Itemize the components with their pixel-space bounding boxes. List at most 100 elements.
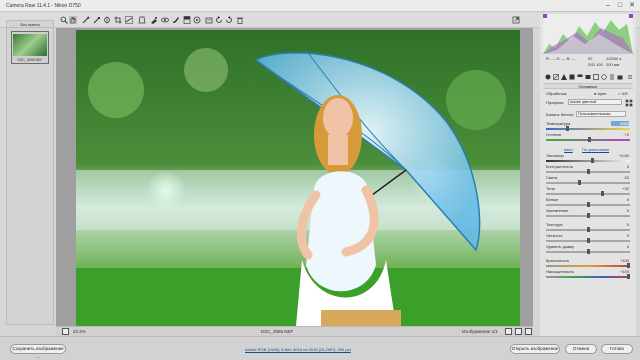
slider-knob-vibrance[interactable]: [627, 263, 630, 268]
slider-knob-temperature[interactable]: [566, 126, 569, 131]
workflow-options-link[interactable]: Adobe RGB (1998); 8 бит; 6016 на 4016 (2…: [245, 347, 351, 352]
photo-preview[interactable]: [76, 30, 520, 326]
transform-tool-icon[interactable]: [138, 16, 146, 24]
slider-label-whites: Белые: [546, 197, 559, 202]
slider-value-dehaze[interactable]: 0: [611, 244, 629, 249]
panel-tabs: [543, 73, 633, 81]
tab-snapshots-icon[interactable]: [617, 74, 623, 80]
slider-knob-exposure[interactable]: [591, 158, 594, 163]
adjustment-brush-icon[interactable]: [172, 16, 180, 24]
radial-filter-icon[interactable]: [193, 16, 201, 24]
before-after-button[interactable]: [525, 328, 532, 335]
hand-tool-icon[interactable]: [69, 16, 77, 24]
slider-whites[interactable]: [546, 202, 630, 207]
tab-lens-icon[interactable]: [585, 74, 591, 80]
thumbnail-image: [13, 34, 47, 56]
slider-knob-blacks[interactable]: [587, 213, 590, 218]
done-button[interactable]: Готово: [601, 344, 633, 354]
slider-clarity[interactable]: [546, 238, 630, 243]
slider-value-highlights[interactable]: -22: [611, 175, 629, 180]
filmstrip-header[interactable]: Без имени: [7, 21, 53, 28]
slider-value-tint[interactable]: +2: [611, 132, 629, 137]
slider-highlights[interactable]: [546, 180, 630, 185]
preview-status-bar: 22.2% DSC_3095.NEF Изображение 1/1: [56, 326, 533, 336]
close-icon[interactable]: ✕: [627, 2, 637, 10]
slider-exposure[interactable]: [546, 158, 630, 163]
wb-select[interactable]: Пользовательская: [576, 111, 626, 117]
maximize-icon[interactable]: □: [615, 2, 625, 10]
slider-dehaze[interactable]: [546, 249, 630, 254]
slider-shadows[interactable]: [546, 191, 630, 196]
slider-value-exposure[interactable]: +0,60: [611, 153, 629, 158]
focal-length-value: 200 мм: [606, 62, 620, 67]
tab-calibration-icon[interactable]: [601, 74, 607, 80]
graduated-filter-icon[interactable]: [183, 16, 191, 24]
slider-label-tint: Оттенок: [546, 132, 562, 137]
color-sampler-icon[interactable]: [93, 16, 101, 24]
title-bar: Camera Raw 11.4.1 - Nikon D750 – □ ✕: [0, 0, 640, 12]
cancel-button[interactable]: Отмена: [565, 344, 597, 354]
slider-value-shadows[interactable]: +32: [611, 186, 629, 191]
slider-knob-texture[interactable]: [587, 227, 590, 232]
slider-value-whites[interactable]: 0: [611, 197, 629, 202]
zoom-tool-icon[interactable]: [60, 16, 68, 24]
slider-contrast[interactable]: [546, 169, 630, 174]
white-balance-tool-icon[interactable]: [82, 16, 90, 24]
spot-removal-icon[interactable]: [150, 16, 158, 24]
slider-label-vibrance: Красочность: [546, 258, 570, 263]
slider-knob-dehaze[interactable]: [587, 249, 590, 254]
treatment-bw-radio[interactable]: ○ Ч/б: [618, 91, 628, 96]
rotate-left-icon[interactable]: [215, 16, 223, 24]
minimize-icon[interactable]: –: [603, 2, 613, 10]
tab-basic-icon[interactable]: [545, 74, 551, 80]
slider-value-texture[interactable]: 0: [611, 222, 629, 227]
save-image-button[interactable]: Сохранить изображение ...: [10, 344, 66, 359]
slider-knob-highlights[interactable]: [578, 180, 581, 185]
slider-texture[interactable]: [546, 227, 630, 232]
slider-value-clarity[interactable]: 0: [611, 233, 629, 238]
straighten-tool-icon[interactable]: [125, 16, 133, 24]
image-thumbnail[interactable]: DSC_3095.NEF: [11, 31, 49, 64]
next-image-button[interactable]: [515, 328, 522, 335]
tab-effects-icon[interactable]: [593, 74, 599, 80]
profile-browser-icon[interactable]: [625, 99, 633, 107]
slider-saturation[interactable]: [546, 274, 630, 279]
targeted-adjustment-icon[interactable]: [103, 16, 111, 24]
treatment-label: Обработка:: [546, 91, 568, 96]
tab-hsl-icon[interactable]: [569, 74, 575, 80]
auto-link[interactable]: Авто: [564, 147, 573, 152]
slider-vibrance[interactable]: [546, 263, 630, 268]
slider-blacks[interactable]: [546, 213, 630, 218]
bottom-bar: Сохранить изображение ... Adobe RGB (199…: [0, 336, 640, 360]
open-image-button[interactable]: Открыть изображение: [510, 344, 560, 354]
fullscreen-icon[interactable]: [512, 16, 520, 24]
panel-menu-icon[interactable]: [627, 74, 633, 80]
zoom-out-button[interactable]: [62, 328, 69, 335]
profile-select[interactable]: Adobe цветной: [568, 99, 622, 105]
tab-tone-curve-icon[interactable]: [553, 74, 559, 80]
tab-presets-icon[interactable]: [609, 74, 615, 80]
slider-tint[interactable]: [546, 137, 630, 142]
image-count: Изображение 1/1: [462, 329, 498, 334]
crop-tool-icon[interactable]: [114, 16, 122, 24]
trash-icon[interactable]: [236, 16, 244, 24]
default-link[interactable]: По умолчанию: [582, 147, 609, 152]
slider-knob-shadows[interactable]: [601, 191, 604, 196]
slider-knob-contrast[interactable]: [587, 169, 590, 174]
slider-knob-clarity[interactable]: [587, 238, 590, 243]
slider-knob-tint[interactable]: [588, 137, 591, 142]
slider-value-blacks[interactable]: 0: [611, 208, 629, 213]
red-eye-icon[interactable]: [161, 16, 169, 24]
slider-knob-whites[interactable]: [587, 202, 590, 207]
rotate-right-icon[interactable]: [225, 16, 233, 24]
prev-image-button[interactable]: [505, 328, 512, 335]
slider-value-temperature[interactable]: 4885: [611, 121, 629, 126]
treatment-color-radio[interactable]: ● Цвет: [594, 91, 607, 96]
slider-value-contrast[interactable]: 0: [611, 164, 629, 169]
tab-split-toning-icon[interactable]: [577, 74, 583, 80]
slider-temperature[interactable]: [546, 126, 630, 131]
open-preferences-icon[interactable]: [205, 16, 213, 24]
tab-detail-icon[interactable]: [561, 74, 567, 80]
slider-knob-saturation[interactable]: [627, 274, 630, 279]
zoom-level[interactable]: 22.2%: [73, 329, 86, 334]
